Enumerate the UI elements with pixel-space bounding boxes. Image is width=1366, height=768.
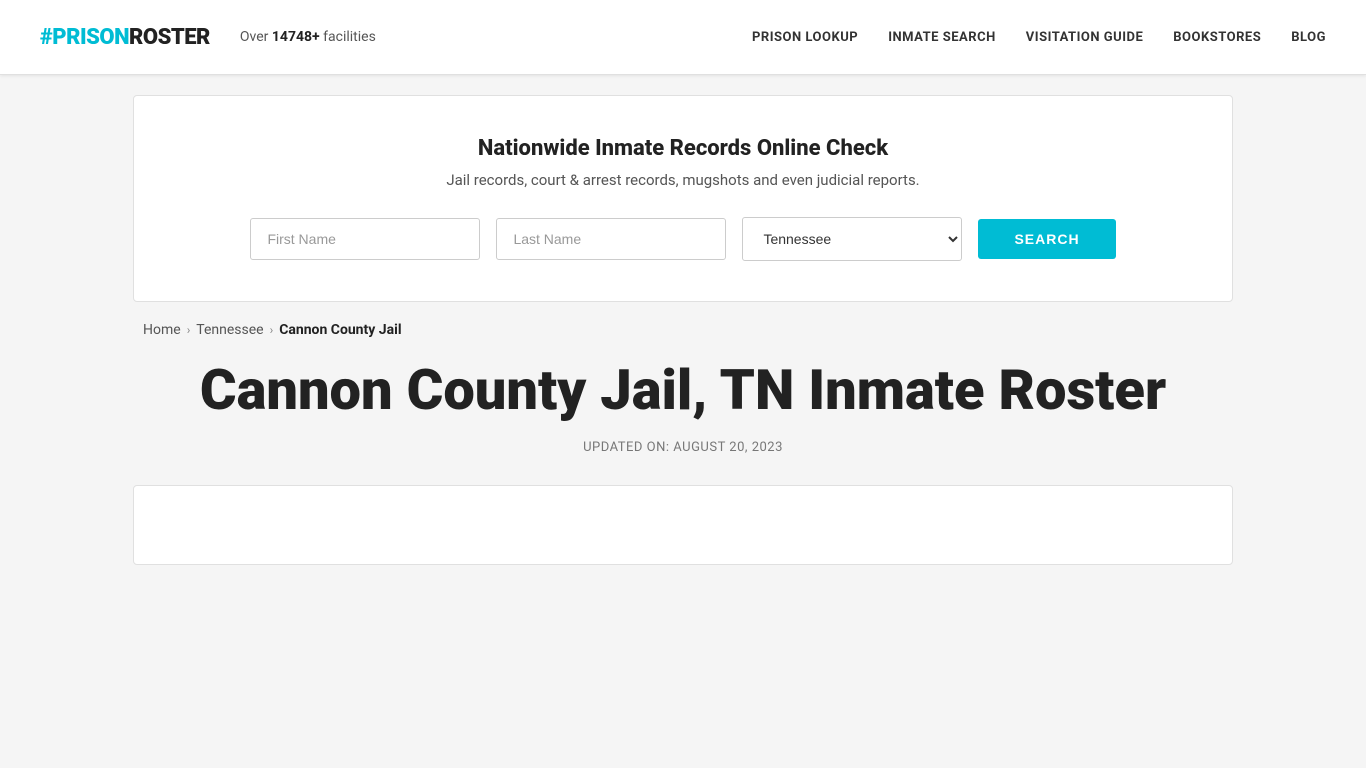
- facilities-count: 14748+: [272, 29, 320, 45]
- banner-title: Nationwide Inmate Records Online Check: [194, 136, 1172, 161]
- search-button[interactable]: SEARCH: [978, 219, 1115, 259]
- last-name-input[interactable]: [496, 218, 726, 260]
- main-nav: PRISON LOOKUP INMATE SEARCH VISITATION G…: [752, 30, 1326, 45]
- nav-visitation-guide[interactable]: VISITATION GUIDE: [1026, 30, 1143, 45]
- logo-roster: ROSTER: [129, 25, 210, 50]
- search-form: Tennessee Alabama Alaska Arizona Califor…: [194, 217, 1172, 261]
- site-header: #PRISONROSTER Over 14748+ facilities PRI…: [0, 0, 1366, 75]
- nav-inmate-search[interactable]: INMATE SEARCH: [888, 30, 996, 45]
- facilities-text: Over 14748+ facilities: [240, 29, 376, 45]
- banner-subtitle: Jail records, court & arrest records, mu…: [194, 171, 1172, 189]
- breadcrumb: Home › Tennessee › Cannon County Jail: [133, 322, 1233, 338]
- bottom-card: [133, 485, 1233, 565]
- breadcrumb-current: Cannon County Jail: [279, 322, 401, 338]
- logo-prison: PRISON: [52, 25, 129, 50]
- nav-blog[interactable]: BLOG: [1291, 30, 1326, 45]
- site-logo[interactable]: #PRISONROSTER: [40, 25, 210, 50]
- main-content: Cannon County Jail, TN Inmate Roster UPD…: [133, 358, 1233, 455]
- breadcrumb-home[interactable]: Home: [143, 322, 181, 338]
- logo-hash: #: [40, 25, 52, 50]
- breadcrumb-state[interactable]: Tennessee: [196, 322, 263, 338]
- breadcrumb-separator-1: ›: [187, 323, 191, 337]
- nav-prison-lookup[interactable]: PRISON LOOKUP: [752, 30, 858, 45]
- state-select[interactable]: Tennessee Alabama Alaska Arizona Califor…: [742, 217, 962, 261]
- page-title: Cannon County Jail, TN Inmate Roster: [143, 358, 1223, 422]
- nav-bookstores[interactable]: BOOKSTORES: [1173, 30, 1261, 45]
- search-banner: Nationwide Inmate Records Online Check J…: [133, 95, 1233, 302]
- breadcrumb-separator-2: ›: [270, 323, 274, 337]
- logo-area: #PRISONROSTER Over 14748+ facilities: [40, 25, 376, 50]
- updated-label: UPDATED ON: AUGUST 20, 2023: [143, 440, 1223, 455]
- first-name-input[interactable]: [250, 218, 480, 260]
